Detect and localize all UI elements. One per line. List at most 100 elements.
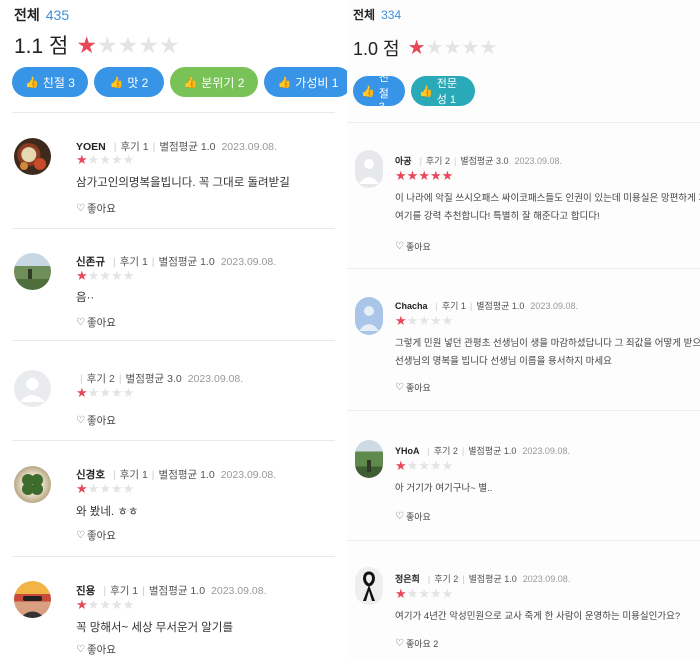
chip-kindness[interactable]: 👍 친절 3 [353,72,405,113]
star-icon: ★ [441,168,454,183]
heart-icon: ♡ [395,241,404,252]
review-count: 후기 1 [110,585,139,597]
thumbs-up-icon: 👍 [419,85,433,98]
thumbs-up-icon: 👍 [109,76,124,89]
heart-icon: ♡ [76,644,85,655]
like-button[interactable]: ♡ 좋아요 [395,510,431,523]
rating-average: 별점평균 1.0 [476,301,525,311]
star-icon: ★ [122,385,135,400]
reviewer-name[interactable]: 진용 [76,583,95,598]
divider [347,410,700,411]
avatar[interactable] [14,138,51,175]
chip-kindness[interactable]: 👍 친절 3 [12,67,88,97]
heart-icon: ♡ [76,203,85,214]
score-stars: ★ ★ ★ ★ ★ [408,38,498,58]
star-icon: ★ [110,481,123,496]
reviewer-name[interactable]: Chacha [395,301,428,311]
like-button[interactable]: ♡ 좋아요 [76,642,116,657]
rating-average: 별점평균 1.0 [468,574,517,584]
like-button[interactable]: ♡ 좋아요 [76,413,116,428]
chip-value[interactable]: 👍 가성비 1 [264,67,347,97]
star-icon: ★ [122,597,135,612]
chip-expertise[interactable]: 👍 전문성 1 [411,76,475,106]
like-button[interactable]: ♡ 좋아요 [76,315,116,330]
separator: | [151,468,155,481]
right-review-panel: 전체 334 1.0 점 ★ ★ ★ ★ ★ 👍 친절 3 👍 전문성 1 아공 | 후기 2 |… [347,0,700,658]
star-icon: ★ [418,458,430,473]
chip-atmosphere[interactable]: 👍 분위기 2 [170,67,258,97]
reviewer-name[interactable]: 정은희 [395,572,420,585]
like-button[interactable]: ♡ 좋아요 [76,201,116,216]
chip-label: 전문성 1 [436,78,457,106]
separator: | [453,155,457,166]
chip-label: 친절 3 [378,72,389,113]
reviewer-name[interactable]: YHoA [395,446,420,456]
star-icon: ★ [395,458,407,473]
star-icon: ★ [122,268,135,283]
score-stars: ★ ★ ★ ★ ★ [76,31,179,58]
review-stars: ★ ★ ★ ★ ★ [76,153,134,166]
total-count: 334 [381,8,402,22]
star-icon: ★ [76,597,88,612]
avatar[interactable] [355,440,383,478]
review-date: 2023.09.08. [220,255,277,268]
like-button[interactable]: ♡ 좋아요 [76,528,116,543]
avatar[interactable] [14,466,51,503]
clover-icon [22,474,43,495]
review-meta: | 후기 2 | 별점평균 3.0 2023.09.08. [76,371,243,386]
star-icon: ★ [76,31,97,58]
like-button[interactable]: ♡ 좋아요 2 [395,637,438,650]
star-icon: ★ [429,586,442,601]
star-icon: ★ [110,152,123,167]
star-icon: ★ [418,168,430,183]
star-icon: ★ [87,597,100,612]
review-text: 여기가 4년간 악성민원으로 교사 죽게 한 사람이 운영하는 미용실인가요? [395,611,681,622]
like-label: 좋아요 [86,317,116,329]
rating-average: 별점평균 1.0 [159,141,216,153]
avatar[interactable] [355,297,383,335]
review-count: 후기 2 [425,156,450,166]
avatar[interactable] [355,567,383,605]
review-text-line: 여기를 강력 추천합니다! 특별히 잘 해준다고 합디다! [395,211,600,223]
like-button[interactable]: ♡ 좋아요 [395,240,431,253]
avatar[interactable] [14,370,51,407]
review-date: 2023.09.08. [187,372,244,385]
avatar[interactable] [355,150,383,188]
keyword-chips: 👍 친절 3 👍 맛 2 👍 분위기 2 👍 가성비 1 [12,67,347,97]
like-button[interactable]: ♡ 좋아요 [395,381,431,394]
avatar[interactable] [14,581,51,618]
star-icon: ★ [395,168,407,183]
left-review-panel: 전체 435 1.1 점 ★ ★ ★ ★ ★ 👍 친절 3 👍 맛 2 👍 분위기 2 👍 가성… [0,0,347,658]
average-score: 1.1 점 [14,35,69,58]
separator: | [112,468,116,481]
star-icon: ★ [99,152,111,167]
reviewer-name[interactable]: YOEN [76,141,106,153]
tree-photo-icon [367,460,371,472]
like-label: 좋아요 [405,383,431,393]
review-stars: ★ ★ ★ ★ ★ [395,314,453,327]
reviewer-name[interactable]: 아공 [395,154,412,167]
separator: | [113,140,117,153]
review-count: 후기 2 [433,446,458,456]
heart-icon: ♡ [76,317,85,328]
heart-icon: ♡ [395,382,404,393]
divider [347,268,700,269]
chip-taste[interactable]: 👍 맛 2 [94,67,164,97]
reviewer-name[interactable]: 신존규 [76,254,105,269]
review-date: 2023.09.08. [514,155,563,166]
separator: | [419,155,422,166]
review-text: 삼가고인의명복을빕니다. 꼭 그대로 돌려받길 [76,177,290,189]
review-meta: 아공 | 후기 2 | 별점평균 3.0 2023.09.08. [395,154,562,167]
chip-label: 맛 2 [127,75,149,90]
avatar[interactable] [14,253,51,290]
rating-average: 별점평균 1.0 [468,446,517,456]
separator: | [151,255,155,268]
review-meta: 신경호 | 후기 1 | 별점평균 1.0 2023.09.08. [76,467,276,482]
star-icon: ★ [87,481,100,496]
reviewer-name[interactable]: 신경호 [76,467,105,482]
review-stars: ★ ★ ★ ★ ★ [395,587,453,600]
review-stars: ★ ★ ★ ★ ★ [76,386,134,399]
score-row: 1.0 점 ★ ★ ★ ★ ★ [353,35,497,61]
review-stars: ★ ★ ★ ★ ★ [395,459,453,472]
rating-average: 별점평균 1.0 [148,585,206,597]
